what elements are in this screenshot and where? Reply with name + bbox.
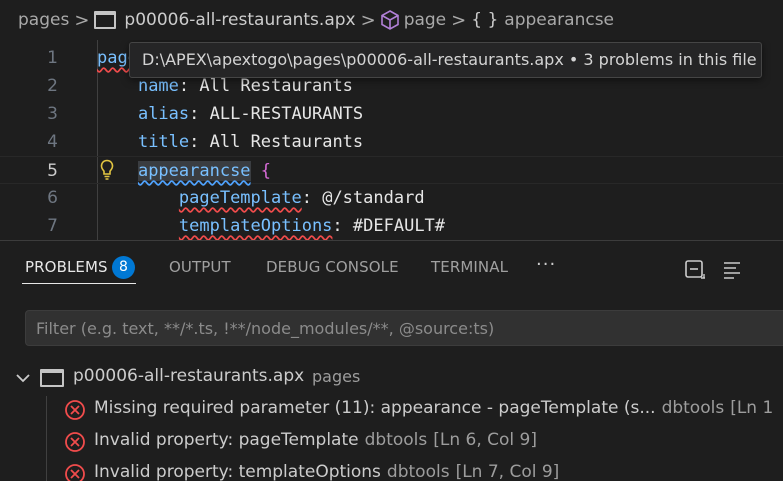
code-value: All Restaurants bbox=[209, 132, 364, 152]
problems-file-folder: pages bbox=[312, 367, 361, 386]
code-key: appearancse bbox=[137, 161, 251, 181]
line-number: 3 bbox=[47, 104, 58, 124]
problem-item[interactable]: Missing required parameter (11): appeara… bbox=[0, 396, 783, 424]
breadcrumb: pages > p00006-all-restaurants.apx > pag… bbox=[0, 0, 783, 40]
chevron-right-icon: > bbox=[74, 9, 90, 31]
problem-message: Missing required parameter (11): appeara… bbox=[94, 398, 656, 418]
code-value: All Restaurants bbox=[199, 76, 353, 96]
problem-source: dbtools bbox=[386, 462, 450, 481]
code-key: title bbox=[137, 132, 190, 152]
code-bracket: { bbox=[260, 161, 272, 181]
panel-tabs: PROBLEMS 8 OUTPUT DEBUG CONSOLE TERMINAL… bbox=[0, 241, 783, 296]
error-icon bbox=[65, 464, 85, 481]
braces-icon: { } bbox=[471, 10, 499, 30]
code-line[interactable]: 7 templateOptions: #DEFAULT# bbox=[0, 212, 783, 240]
line-number: 7 bbox=[47, 216, 58, 236]
bottom-panel: PROBLEMS 8 OUTPUT DEBUG CONSOLE TERMINAL… bbox=[0, 240, 783, 481]
code-line[interactable]: 6 pageTemplate: @/standard bbox=[0, 184, 783, 212]
problem-location: [Ln 7, Col 9] bbox=[455, 462, 560, 481]
problems-file-name: p00006-all-restaurants.apx bbox=[73, 366, 305, 386]
code-line[interactable]: 4 title: All Restaurants bbox=[0, 128, 783, 156]
collapse-all-icon[interactable] bbox=[684, 259, 706, 279]
tab-problems[interactable]: PROBLEMS bbox=[25, 258, 108, 276]
chevron-right-icon: > bbox=[360, 9, 376, 31]
code-key: pageTemplate bbox=[178, 188, 302, 208]
breadcrumb-file[interactable]: p00006-all-restaurants.apx bbox=[124, 10, 355, 30]
problems-file-group[interactable]: p00006-all-restaurants.apx pages bbox=[0, 364, 783, 392]
line-number: 6 bbox=[47, 188, 58, 208]
error-icon bbox=[65, 400, 85, 420]
file-icon bbox=[94, 11, 117, 29]
code-key: templateOptions bbox=[178, 216, 333, 236]
tab-terminal[interactable]: TERMINAL bbox=[431, 258, 508, 276]
problem-item[interactable]: Invalid property: pageTemplate dbtools [Ln… bbox=[0, 428, 783, 456]
active-tab-indicator bbox=[22, 283, 136, 284]
chevron-down-icon[interactable] bbox=[16, 372, 30, 384]
chevron-right-icon: > bbox=[451, 9, 467, 31]
breadcrumb-folder[interactable]: pages bbox=[18, 10, 69, 30]
more-actions-icon[interactable]: ··· bbox=[536, 254, 556, 275]
problem-location: [Ln 1 bbox=[730, 398, 774, 418]
problem-location: [Ln 6, Col 9] bbox=[433, 430, 538, 450]
error-icon bbox=[65, 432, 85, 452]
hover-tooltip: D:\APEX\apextogo\pages\p00006-all-restau… bbox=[129, 42, 762, 78]
tab-output[interactable]: OUTPUT bbox=[169, 258, 231, 276]
problems-count-badge: 8 bbox=[112, 256, 135, 279]
line-number: 4 bbox=[47, 132, 58, 152]
line-number: 1 bbox=[47, 48, 58, 68]
code-key: alias bbox=[137, 104, 190, 124]
cube-icon bbox=[380, 10, 399, 30]
problem-message: Invalid property: pageTemplate bbox=[94, 430, 359, 450]
line-number: 5 bbox=[47, 161, 58, 181]
code-value: ALL-RESTAURANTS bbox=[209, 104, 364, 124]
code-value: @/standard bbox=[322, 188, 425, 208]
code-key: name bbox=[137, 76, 179, 96]
breadcrumb-symbol-page[interactable]: page bbox=[404, 10, 446, 30]
line-number: 2 bbox=[47, 76, 58, 96]
problem-source: dbtools bbox=[364, 430, 428, 450]
code-value: #DEFAULT# bbox=[352, 216, 446, 236]
code-line-active[interactable]: 5 appearancse { bbox=[0, 156, 783, 184]
problem-source: dbtools bbox=[661, 398, 725, 418]
problem-item[interactable]: Invalid property: templateOptions dbtools… bbox=[0, 460, 783, 481]
problem-message: Invalid property: templateOptions bbox=[94, 462, 381, 481]
problems-filter-input[interactable] bbox=[25, 310, 783, 346]
file-icon bbox=[40, 369, 64, 387]
tab-debug-console[interactable]: DEBUG CONSOLE bbox=[266, 258, 399, 276]
code-editor[interactable]: 1 page 2 name: All Restaurants 3 alias: … bbox=[0, 40, 783, 240]
view-as-list-icon[interactable] bbox=[722, 259, 744, 279]
breadcrumb-symbol-appearance[interactable]: appearancse bbox=[504, 10, 614, 30]
code-line[interactable]: 3 alias: ALL-RESTAURANTS bbox=[0, 100, 783, 128]
